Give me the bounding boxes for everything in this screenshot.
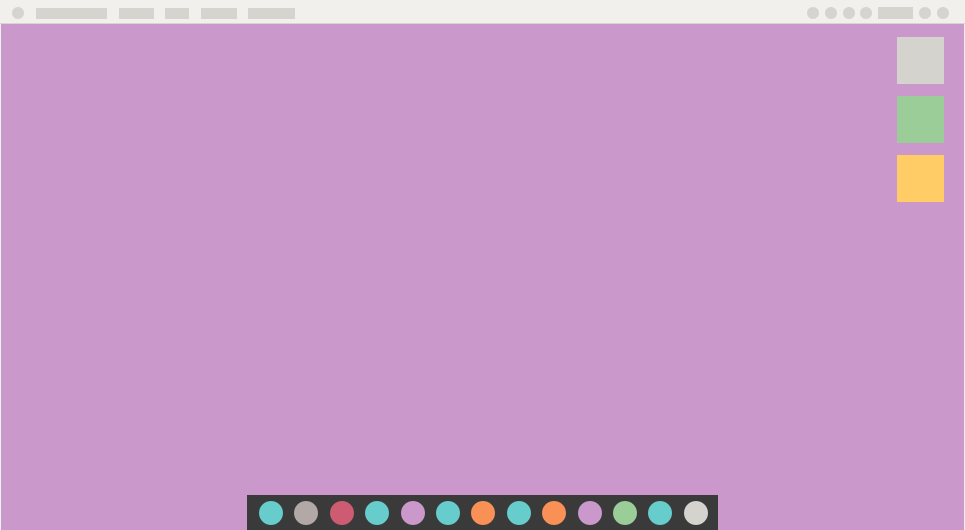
screen bbox=[0, 0, 965, 530]
dock-app-9[interactable] bbox=[542, 501, 566, 525]
desktop-icon-1[interactable] bbox=[897, 37, 944, 84]
dock-app-3[interactable] bbox=[330, 501, 354, 525]
dock-app-2[interactable] bbox=[294, 501, 318, 525]
dock-app-1[interactable] bbox=[259, 501, 283, 525]
status-icon-3[interactable] bbox=[843, 7, 855, 19]
dock-app-12[interactable] bbox=[648, 501, 672, 525]
dock-app-7[interactable] bbox=[471, 501, 495, 525]
status-icon-1[interactable] bbox=[807, 7, 819, 19]
status-icon-4[interactable] bbox=[860, 7, 872, 19]
menu-item-1[interactable] bbox=[119, 8, 154, 19]
desktop[interactable] bbox=[0, 24, 965, 530]
desktop-icon-2[interactable] bbox=[897, 96, 944, 143]
dock-app-4[interactable] bbox=[365, 501, 389, 525]
dock-app-10[interactable] bbox=[578, 501, 602, 525]
status-icon-6[interactable] bbox=[937, 7, 949, 19]
menu-item-3[interactable] bbox=[201, 8, 237, 19]
desktop-icon-3[interactable] bbox=[897, 155, 944, 202]
dock-app-5[interactable] bbox=[401, 501, 425, 525]
status-icon-2[interactable] bbox=[825, 7, 837, 19]
menu-item-4[interactable] bbox=[248, 8, 295, 19]
clock-placeholder[interactable] bbox=[878, 7, 913, 19]
app-name-placeholder[interactable] bbox=[36, 8, 107, 19]
dock-app-13[interactable] bbox=[684, 501, 708, 525]
status-icon-5[interactable] bbox=[919, 7, 931, 19]
dock-app-6[interactable] bbox=[436, 501, 460, 525]
app-menu-icon[interactable] bbox=[12, 7, 24, 19]
menu-item-2[interactable] bbox=[165, 8, 189, 19]
top-menu-bar bbox=[0, 0, 965, 24]
dock bbox=[247, 495, 718, 530]
dock-app-11[interactable] bbox=[613, 501, 637, 525]
dock-app-8[interactable] bbox=[507, 501, 531, 525]
